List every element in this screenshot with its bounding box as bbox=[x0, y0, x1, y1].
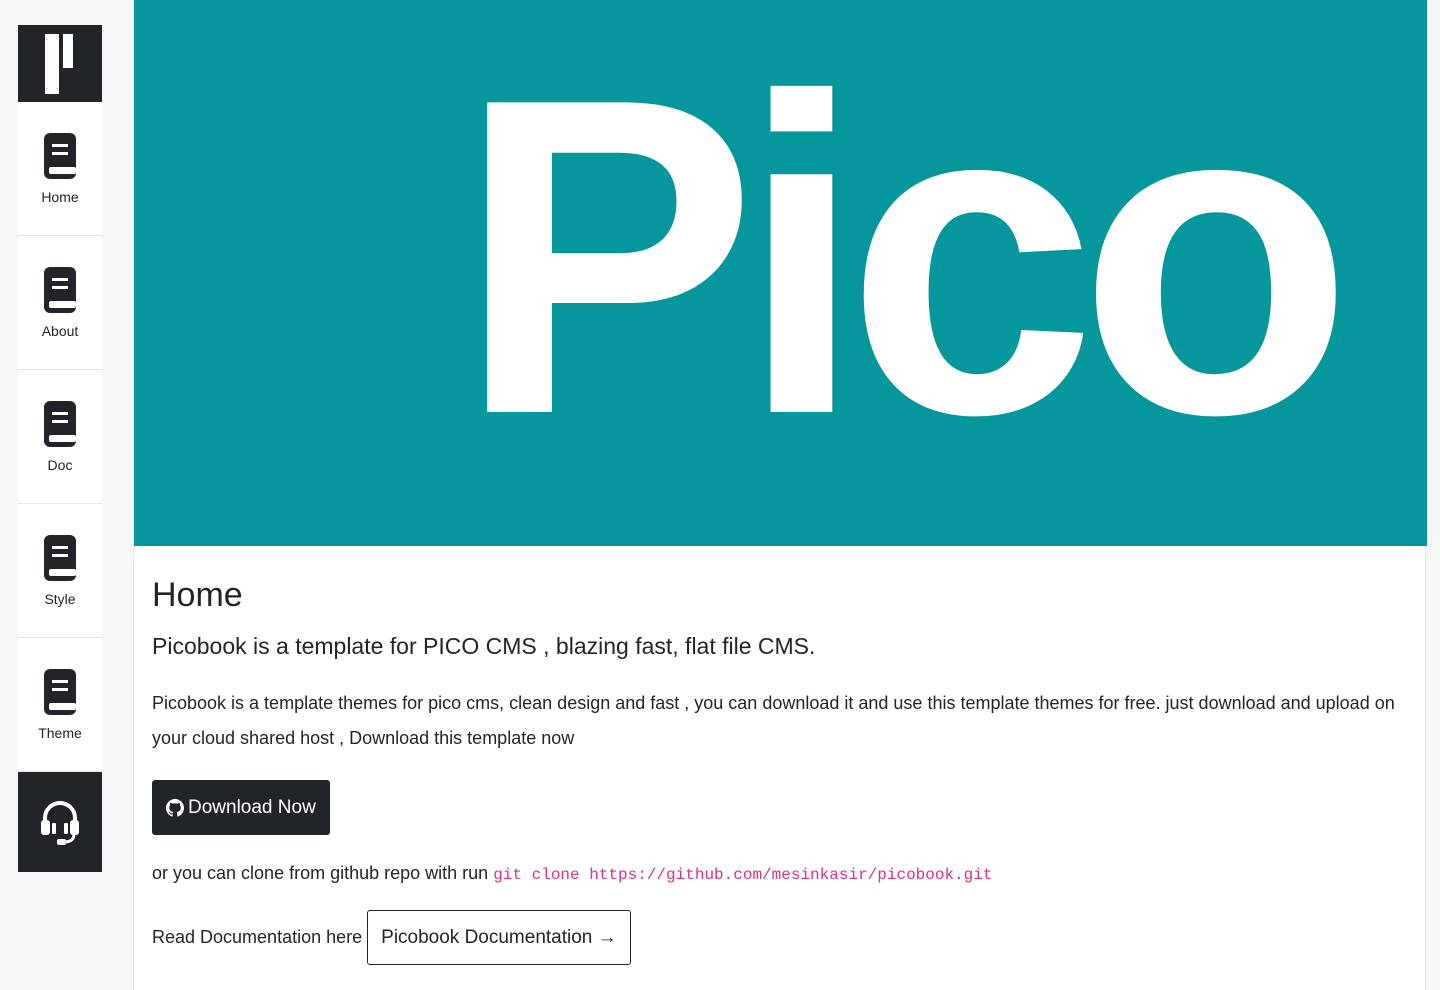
sidebar-item-theme[interactable]: Theme bbox=[18, 638, 102, 772]
brand-logo[interactable] bbox=[18, 25, 102, 102]
sidebar-item-label: About bbox=[41, 322, 79, 339]
sidebar-item-doc[interactable]: Doc bbox=[18, 370, 102, 504]
support-button[interactable] bbox=[18, 772, 102, 872]
sidebar-item-about[interactable]: About bbox=[18, 236, 102, 370]
headset-icon bbox=[41, 801, 79, 845]
lead-text: Picobook is a template for PICO CMS , bl… bbox=[152, 633, 816, 659]
sidebar-item-style[interactable]: Style bbox=[18, 504, 102, 638]
sidebar-item-label: Doc bbox=[47, 456, 73, 473]
book-icon bbox=[44, 266, 76, 313]
sidebar-item-home[interactable]: Home bbox=[18, 102, 102, 236]
sidebar-item-label: Style bbox=[44, 590, 76, 607]
clone-command: git clone https://github.com/mesinkasir/… bbox=[493, 866, 993, 884]
download-button-label: Download Now bbox=[188, 796, 316, 818]
documentation-button[interactable]: Picobook Documentation → bbox=[367, 910, 631, 965]
clone-instructions: or you can clone from github repo with r… bbox=[152, 863, 1407, 884]
picobook-logo-icon bbox=[45, 33, 73, 94]
description-text: Picobook is a template themes for pico c… bbox=[152, 693, 1395, 748]
hero-banner: Pico bbox=[134, 0, 1427, 546]
main-content: Pico Home Picobook is a template for PIC… bbox=[133, 0, 1427, 990]
github-icon bbox=[166, 798, 184, 817]
doc-text: Read Documentation here bbox=[152, 927, 363, 947]
documentation-row: Read Documentation here Picobook Documen… bbox=[152, 910, 1407, 965]
sidebar-item-label: Theme bbox=[38, 724, 82, 741]
book-icon bbox=[44, 668, 76, 715]
sidebar: Home About Doc Style Theme bbox=[18, 25, 102, 872]
book-icon bbox=[44, 534, 76, 581]
page-title: Home bbox=[152, 576, 243, 614]
pico-logo: Pico bbox=[457, 6, 1357, 508]
article: Home Picobook is a template for PICO CMS… bbox=[134, 546, 1425, 965]
clone-text: or you can clone from github repo with r… bbox=[152, 863, 489, 883]
sidebar-item-label: Home bbox=[41, 188, 79, 205]
book-icon bbox=[44, 132, 76, 179]
download-now-button[interactable]: Download Now bbox=[152, 780, 330, 835]
hero-logo-text: Pico bbox=[457, 6, 1339, 508]
book-icon bbox=[44, 400, 76, 447]
